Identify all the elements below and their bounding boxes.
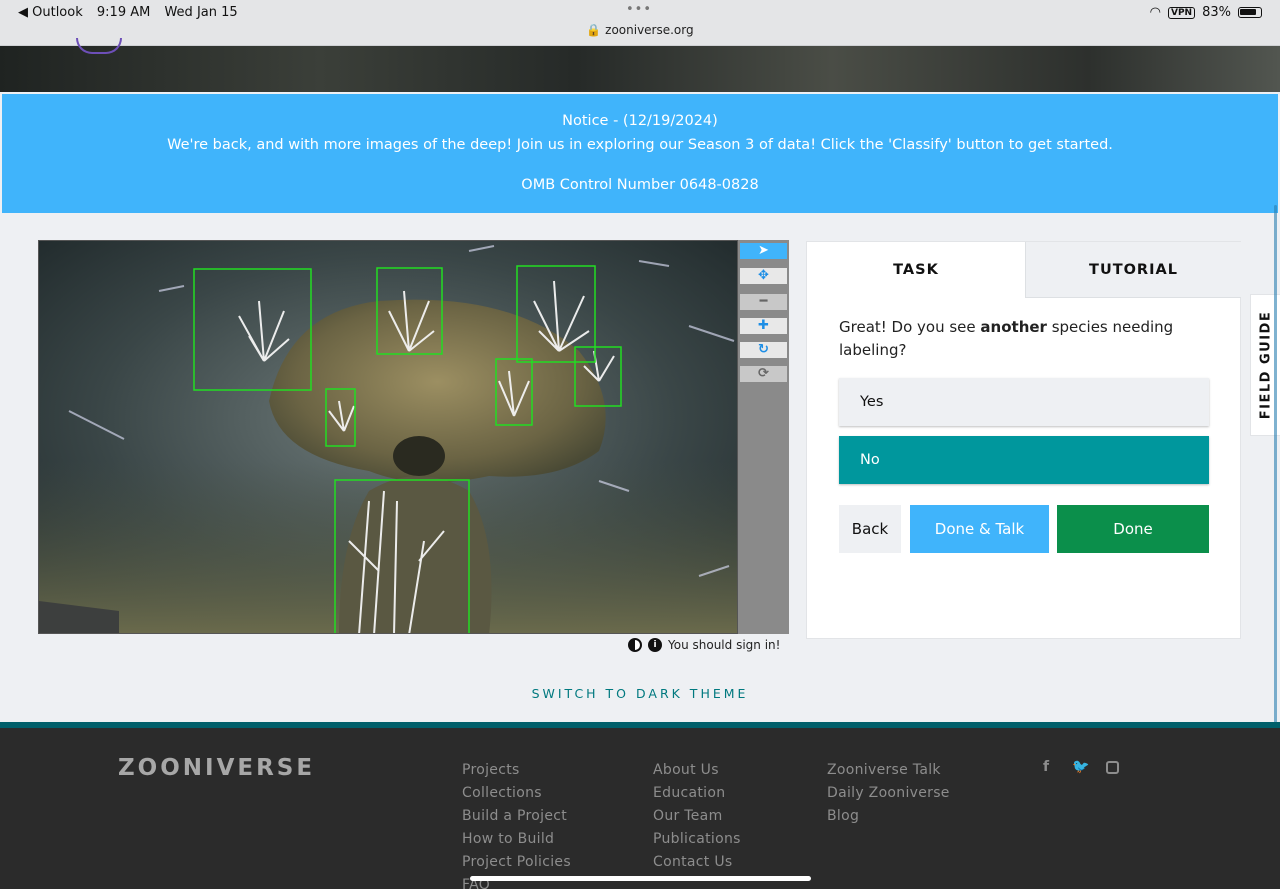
viewer-meta: i You should sign in! — [628, 638, 780, 652]
battery-percent: 83% — [1202, 5, 1231, 20]
omb-control-number: OMB Control Number 0648-0828 — [521, 177, 759, 193]
footer-col-talk: Zooniverse Talk Daily Zooniverse Blog — [827, 759, 950, 828]
done-and-talk-button[interactable]: Done & Talk — [910, 505, 1049, 553]
answer-yes-button[interactable]: Yes — [839, 378, 1209, 426]
pointer-tool-icon[interactable]: ➤ — [740, 243, 787, 259]
footer-link[interactable]: Build a Project — [462, 805, 571, 828]
battery-icon — [1238, 7, 1262, 18]
footer-link[interactable]: Zooniverse Talk — [827, 759, 950, 782]
footer-link[interactable]: Publications — [653, 828, 741, 851]
tab-options-icon[interactable]: ••• — [626, 2, 652, 17]
ios-status-bar: ◀ Outlook 9:19 AM Wed Jan 15 ••• 🔒 zooni… — [0, 0, 1280, 46]
question-emphasis: another — [980, 318, 1047, 336]
footer-link[interactable]: Daily Zooniverse — [827, 782, 950, 805]
info-icon[interactable]: i — [648, 638, 662, 652]
zoom-out-icon[interactable]: ━ — [740, 294, 787, 310]
status-left: ◀ Outlook 9:19 AM Wed Jan 15 — [18, 5, 248, 20]
invert-colors-icon[interactable] — [628, 638, 642, 652]
facebook-icon[interactable]: f — [1038, 759, 1054, 775]
instagram-icon[interactable] — [1106, 761, 1119, 774]
wifi-icon: ◠ — [1149, 5, 1161, 20]
tab-tutorial[interactable]: TUTORIAL — [1025, 242, 1241, 298]
footer-link[interactable]: Contact Us — [653, 851, 741, 874]
page-scrollbar[interactable] — [1274, 205, 1277, 725]
zoom-in-icon[interactable]: ✚ — [740, 318, 787, 334]
social-links: f 🐦 — [1038, 759, 1119, 775]
footer-link[interactable]: Projects — [462, 759, 571, 782]
status-date: Wed Jan 15 — [164, 5, 238, 20]
switch-dark-theme-button[interactable]: SWITCH TO DARK THEME — [0, 686, 1280, 701]
project-hero-banner — [0, 38, 1280, 92]
done-button[interactable]: Done — [1057, 505, 1209, 553]
home-indicator — [470, 876, 811, 881]
status-right: ◠ VPN 83% — [1150, 5, 1262, 20]
move-tool-icon[interactable]: ✥ — [740, 268, 787, 284]
footer-col-about: About Us Education Our Team Publications… — [653, 759, 741, 874]
notice-title: Notice - (12/19/2024) — [562, 113, 718, 129]
question-text: Great! Do you see — [839, 318, 981, 336]
address-bar[interactable]: 🔒 zooniverse.org — [0, 23, 1280, 37]
back-to-app-link[interactable]: ◀ Outlook — [18, 5, 83, 20]
answer-no-button[interactable]: No — [839, 436, 1209, 484]
footer-link[interactable]: Education — [653, 782, 741, 805]
footer-link[interactable]: Our Team — [653, 805, 741, 828]
back-button[interactable]: Back — [839, 505, 901, 553]
notice-banner: Notice - (12/19/2024) We're back, and wi… — [2, 94, 1278, 213]
rotate-icon[interactable]: ↻ — [740, 342, 787, 358]
signin-notice[interactable]: You should sign in! — [668, 638, 780, 652]
footer-link[interactable]: Blog — [827, 805, 950, 828]
task-panel: TASK TUTORIAL Great! Do you see another … — [806, 241, 1241, 639]
reset-icon[interactable]: ⟳ — [740, 366, 787, 382]
footer-col-projects: Projects Collections Build a Project How… — [462, 759, 571, 889]
zooniverse-logo[interactable]: ZOONIVERSE — [118, 755, 315, 781]
seafloor-image[interactable] — [39, 241, 738, 634]
footer-link[interactable]: Collections — [462, 782, 571, 805]
notice-message: We're back, and with more images of the … — [167, 137, 1113, 153]
footer-link[interactable]: How to Build — [462, 828, 571, 851]
status-time: 9:19 AM — [96, 5, 151, 20]
footer-link[interactable]: Project Policies — [462, 851, 571, 874]
url-text: zooniverse.org — [605, 23, 694, 37]
footer-link[interactable]: About Us — [653, 759, 741, 782]
tab-task[interactable]: TASK — [807, 242, 1025, 298]
project-logo-icon[interactable] — [76, 38, 122, 54]
twitter-icon[interactable]: 🐦 — [1072, 759, 1089, 775]
site-footer: ZOONIVERSE Projects Collections Build a … — [0, 728, 1280, 889]
viewer-toolbar: ➤ ✥ ━ ✚ ↻ ⟳ — [738, 240, 789, 634]
subject-image-viewer[interactable] — [38, 240, 738, 634]
field-guide-label: FIELD GUIDE — [1258, 310, 1273, 420]
vpn-badge: VPN — [1168, 6, 1196, 19]
task-question: Great! Do you see another species needin… — [839, 316, 1199, 362]
